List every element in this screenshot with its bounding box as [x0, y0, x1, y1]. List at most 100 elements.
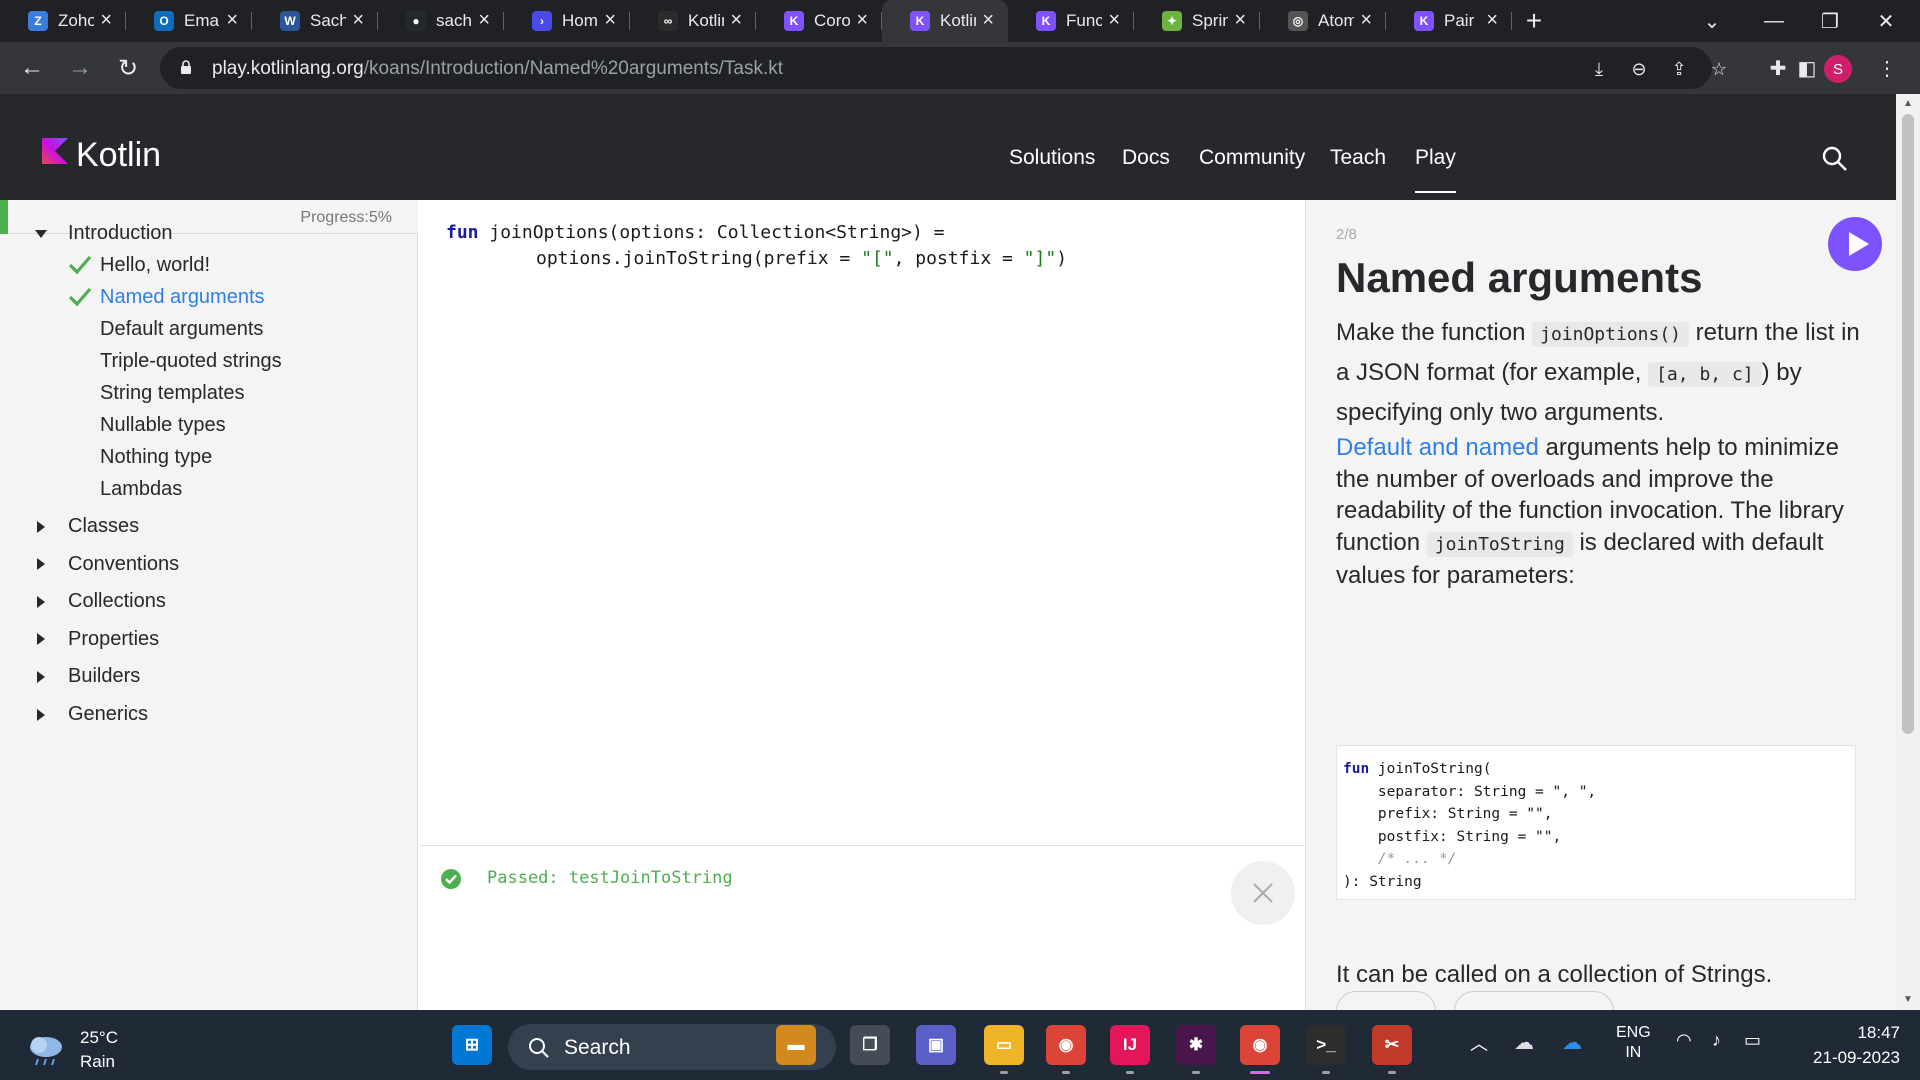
kotlin-logo-text[interactable]: Kotlin: [76, 136, 161, 175]
bookmark-star-icon[interactable]: ☆: [1706, 56, 1732, 82]
run-button[interactable]: [1828, 217, 1882, 271]
task-paragraph-2: Default and named arguments help to mini…: [1336, 434, 1844, 589]
onedrive-icon[interactable]: ☁: [1562, 1030, 1582, 1055]
scroll-down-icon[interactable]: ▼: [1903, 994, 1913, 1005]
snipping-tool-icon[interactable]: ✂: [1372, 1025, 1412, 1074]
sidebar-task-item[interactable]: Hello, world!: [68, 254, 210, 277]
chrome-icon[interactable]: ◉: [1046, 1025, 1086, 1074]
new-tab-plus-icon[interactable]: +: [1512, 0, 1556, 42]
cloud-icon[interactable]: ☁: [1514, 1030, 1534, 1055]
section-conventions[interactable]: Conventions: [34, 553, 179, 576]
close-tab-icon[interactable]: ×: [730, 9, 742, 32]
kotlin-logo-icon[interactable]: [42, 138, 68, 164]
close-tab-icon[interactable]: ×: [100, 9, 112, 32]
sidebar-task-item[interactable]: Lambdas: [100, 478, 182, 501]
section-builders[interactable]: Builders: [34, 665, 140, 688]
start-icon[interactable]: ⊞: [452, 1025, 492, 1065]
intellij-icon[interactable]: IJ: [1110, 1025, 1150, 1074]
section-introduction[interactable]: Introduction: [34, 222, 173, 245]
chrome-profile-icon[interactable]: ◉: [1240, 1025, 1280, 1074]
battery-icon[interactable]: ▭: [1744, 1030, 1761, 1051]
caret-right-icon: [37, 558, 45, 571]
install-app-icon[interactable]: ⤓: [1586, 56, 1612, 82]
menu-kebab-icon[interactable]: ⋮: [1874, 55, 1900, 81]
extensions-puzzle-icon[interactable]: ✚: [1765, 55, 1791, 81]
partial-button[interactable]: [1336, 991, 1436, 1010]
browser-tab[interactable]: K Pair ×: [1386, 0, 1512, 42]
close-tab-icon[interactable]: ×: [856, 9, 868, 32]
browser-tab-strip: Z Zoho × O Email × W Sachin × ● sachin × › Home × ∞ Kotl…: [0, 0, 1920, 42]
browser-tab[interactable]: Z Zoho ×: [0, 0, 126, 42]
sidebar-task-item[interactable]: Named arguments: [68, 286, 265, 309]
spring-icon: ✦: [1162, 11, 1182, 31]
nav-play[interactable]: Play: [1415, 146, 1456, 193]
page-scrollbar[interactable]: ▲ ▼: [1896, 94, 1920, 1010]
search-icon[interactable]: [1820, 144, 1850, 174]
browser-tab[interactable]: ● sachin ×: [378, 0, 504, 42]
volume-icon[interactable]: ♪: [1712, 1030, 1721, 1051]
close-tab-icon[interactable]: ×: [1486, 9, 1498, 32]
code-editor[interactable]: fun joinOptions(options: Collection<Stri…: [419, 200, 1304, 845]
close-results-button[interactable]: [1231, 861, 1295, 925]
clock[interactable]: 18:47 21-09-2023: [1792, 1020, 1900, 1070]
back-arrow-icon[interactable]: ←: [16, 52, 48, 84]
tab-title: Kotlin Koans: [940, 11, 976, 30]
browser-tab[interactable]: › Home ×: [504, 0, 630, 42]
close-tab-icon[interactable]: ×: [1108, 9, 1120, 32]
close-tab-icon[interactable]: ×: [1360, 9, 1372, 32]
briefcase-icon[interactable]: ▬: [776, 1025, 816, 1065]
forward-arrow-icon[interactable]: →: [64, 52, 96, 84]
section-properties[interactable]: Properties: [34, 628, 159, 651]
browser-tab[interactable]: W Sachin ×: [252, 0, 378, 42]
close-window-button[interactable]: ✕: [1858, 0, 1914, 42]
sidebar-task-item[interactable]: String templates: [100, 382, 245, 405]
browser-tab[interactable]: K Coroutines ×: [756, 0, 882, 42]
show-hidden-icons-chevron-icon[interactable]: ︿: [1470, 1030, 1488, 1056]
file-explorer-icon[interactable]: ▭: [984, 1025, 1024, 1074]
section-collections[interactable]: Collections: [34, 590, 166, 613]
sidebar-task-item[interactable]: Default arguments: [100, 318, 263, 341]
browser-tab[interactable]: ◎ Atom ×: [1260, 0, 1386, 42]
share-icon[interactable]: ⇪: [1666, 56, 1692, 82]
restore-window-button[interactable]: ❐: [1802, 0, 1858, 42]
section-generics[interactable]: Generics: [34, 703, 148, 726]
side-panel-icon[interactable]: ◧: [1794, 55, 1820, 81]
wifi-icon[interactable]: ◠: [1676, 1030, 1692, 1051]
nav-community[interactable]: Community: [1199, 146, 1305, 170]
slack-icon[interactable]: ✱: [1176, 1025, 1216, 1074]
close-tab-icon[interactable]: ×: [1234, 9, 1246, 32]
profile-avatar[interactable]: S: [1824, 55, 1852, 83]
section-classes[interactable]: Classes: [34, 515, 139, 538]
sidebar-task-item[interactable]: Nothing type: [100, 446, 212, 469]
close-tab-icon[interactable]: ×: [226, 9, 238, 32]
taskview-icon[interactable]: ❐: [850, 1025, 890, 1065]
minimize-window-button[interactable]: —: [1746, 0, 1802, 42]
language-indicator[interactable]: ENG IN: [1616, 1023, 1651, 1063]
close-tab-icon[interactable]: ×: [604, 9, 616, 32]
reload-icon[interactable]: ↻: [112, 52, 144, 84]
nav-docs[interactable]: Docs: [1122, 146, 1170, 170]
default-and-named-link[interactable]: Default and named: [1336, 434, 1539, 461]
partial-button[interactable]: [1454, 991, 1614, 1010]
browser-tab[interactable]: K Kotlin Koans ×: [882, 0, 1008, 42]
zoom-out-icon[interactable]: ⊖: [1626, 56, 1652, 82]
browser-tab[interactable]: K Functions ×: [1008, 0, 1134, 42]
close-tab-icon[interactable]: ×: [478, 9, 490, 32]
scroll-up-icon[interactable]: ▲: [1903, 98, 1913, 109]
scrollbar-thumb[interactable]: [1902, 114, 1914, 734]
tab-search-chevron-icon[interactable]: ⌄: [1684, 0, 1740, 42]
teams-icon[interactable]: ▣: [916, 1025, 956, 1065]
close-tab-icon[interactable]: ×: [982, 9, 994, 32]
tab-title: Zoho: [58, 11, 94, 30]
address-bar[interactable]: play.kotlinlang.org/koans/Introduction/N…: [160, 47, 1727, 89]
weather-widget[interactable]: 25°C Rain: [26, 1026, 118, 1074]
nav-solutions[interactable]: Solutions: [1009, 146, 1095, 170]
browser-tab[interactable]: O Email ×: [126, 0, 252, 42]
close-tab-icon[interactable]: ×: [352, 9, 364, 32]
sidebar-task-item[interactable]: Nullable types: [100, 414, 226, 437]
browser-tab[interactable]: ✦ Spring ×: [1134, 0, 1260, 42]
terminal-app-icon[interactable]: >_: [1306, 1025, 1346, 1074]
browser-tab[interactable]: ∞ Kotlin ×: [630, 0, 756, 42]
sidebar-task-item[interactable]: Triple-quoted strings: [100, 350, 282, 373]
nav-teach[interactable]: Teach: [1330, 146, 1386, 170]
